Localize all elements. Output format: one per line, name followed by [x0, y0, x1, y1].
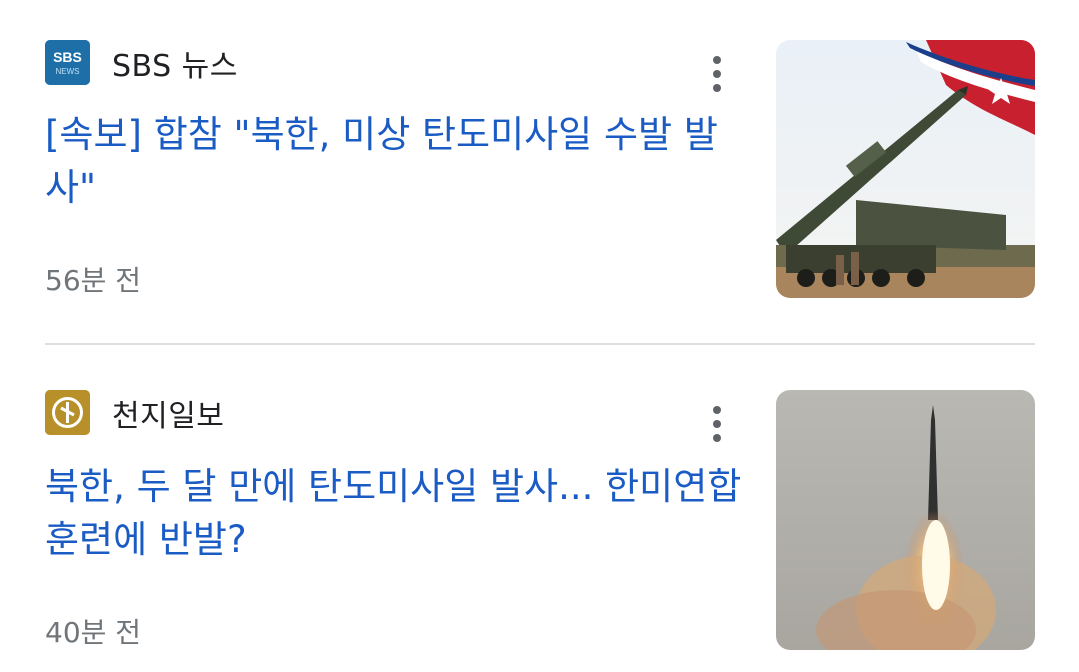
more-options-button[interactable] [700, 399, 734, 449]
more-vert-icon-dot [713, 84, 721, 92]
more-vert-icon-dot [713, 70, 721, 78]
more-vert-icon-dot [713, 420, 721, 428]
source-name: 천지일보 [112, 398, 225, 434]
article-headline[interactable]: 북한, 두 달 만에 탄도미사일 발사... 한미연합훈련에 반발? [45, 460, 745, 566]
article-thumbnail[interactable] [776, 390, 1035, 650]
source-name: SBS 뉴스 [112, 48, 238, 84]
missile-launch-image [776, 390, 1035, 650]
news-feed: SBS NEWS SBS 뉴스 [속보] 합참 "북한, 미상 탄도미사일 수발… [0, 0, 1079, 672]
svg-text:NEWS: NEWS [56, 67, 80, 76]
more-options-button[interactable] [700, 49, 734, 99]
article-headline[interactable]: [속보] 합참 "북한, 미상 탄도미사일 수발 발사" [45, 108, 745, 214]
more-vert-icon-dot [713, 434, 721, 442]
news-card[interactable]: SBS NEWS SBS 뉴스 [속보] 합참 "북한, 미상 탄도미사일 수발… [0, 0, 1079, 344]
source-row: SBS NEWS SBS 뉴스 [45, 40, 238, 85]
more-vert-icon [713, 406, 721, 414]
source-row: 천지일보 [45, 390, 224, 435]
article-thumbnail[interactable] [776, 40, 1035, 298]
more-vert-icon [713, 56, 721, 64]
article-time: 40분 전 [45, 616, 142, 649]
news-card[interactable]: 천지일보 북한, 두 달 만에 탄도미사일 발사... 한미연합훈련에 반발? … [0, 345, 1079, 672]
missile-launcher-image [776, 40, 1035, 298]
svg-text:SBS: SBS [53, 49, 82, 65]
cheonji-ilbo-logo-icon [45, 390, 90, 435]
sbs-news-logo-icon: SBS NEWS [45, 40, 90, 85]
article-time: 56분 전 [45, 264, 142, 297]
